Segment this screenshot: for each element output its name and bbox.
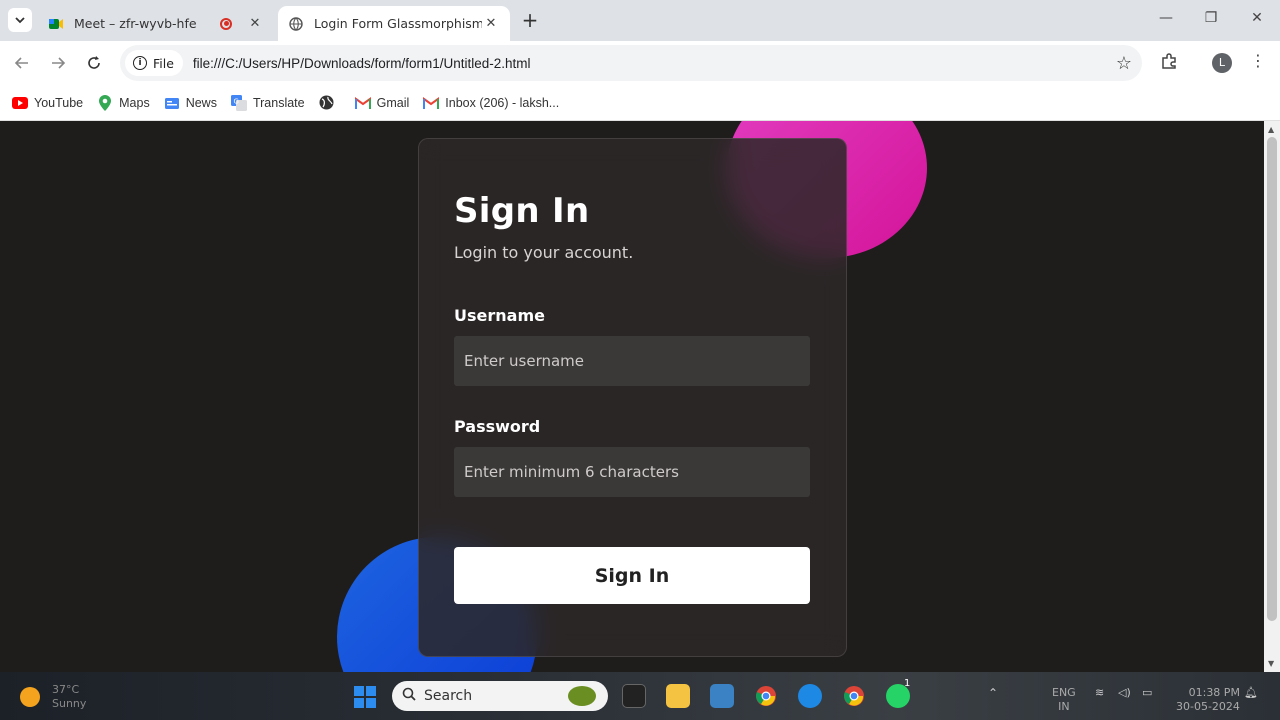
gmail-icon [354,95,371,111]
bookmark-label: Inbox (206) - laksh... [445,95,560,110]
whatsapp-badge: 1 [904,678,911,689]
tab-login-form[interactable]: Login Form Glassmorphism ✕ [278,6,510,41]
bookmark-news[interactable]: News [164,95,217,111]
battery-icon[interactable]: ▭ [1142,686,1152,700]
windows-start-icon[interactable] [354,686,376,708]
gmail-icon [423,95,440,111]
clock[interactable]: 01:38 PM 30-05-2024 [1176,686,1240,714]
minimize-button[interactable]: — [1155,10,1177,30]
username-input[interactable] [454,336,810,386]
bookmark-globe[interactable] [319,95,341,111]
sun-icon [20,687,40,707]
url-text[interactable]: file:///C:/Users/HP/Downloads/form/form1… [193,56,531,71]
tab-meet[interactable]: Meet – zfr-wyvb-hfe ✕ [38,6,274,41]
tab-title: Login Form Glassmorphism [314,16,482,31]
bookmark-inbox[interactable]: Inbox (206) - laksh... [423,95,559,111]
meet-icon [48,16,64,32]
globe-icon [288,16,304,32]
close-tab-icon[interactable]: ✕ [482,15,500,33]
lang-line2: IN [1058,700,1070,713]
restore-button[interactable]: ❐ [1200,10,1222,30]
forward-arrow-icon [52,57,66,69]
bookmark-label: Gmail [376,95,410,110]
bookmark-label: YouTube [34,95,84,110]
close-window-button[interactable]: ✕ [1246,10,1268,30]
tab-strip: Meet – zfr-wyvb-hfe ✕ Login Form Glassmo… [0,0,1280,41]
page-scrollbar[interactable]: ▲ ▼ [1264,121,1280,672]
chevron-up-icon[interactable]: ⌃ [988,686,998,700]
notification-bell-icon[interactable]: 🔔︎ [1244,686,1258,700]
bookmark-gmail[interactable]: Gmail [354,95,410,111]
tab-search-button[interactable] [8,8,32,32]
weather-widget[interactable]: 37°C Sunny [20,683,86,711]
bookmark-maps[interactable]: Maps [97,94,150,111]
page-viewport: Sign In Login to your account. Username … [0,121,1264,672]
search-icon [402,687,416,705]
bookmarks-bar: YouTube Maps News G Translate Gmail Inbo… [0,85,1280,121]
scrollbar-thumb[interactable] [1267,137,1277,621]
youtube-icon [12,95,28,111]
password-input[interactable] [454,447,810,497]
form-subtitle: Login to your account. [454,243,634,262]
chrome-profile-icon[interactable] [842,684,866,708]
info-icon: i [133,56,147,70]
bookmark-label: Translate [252,95,305,110]
volume-icon[interactable]: ◁) [1118,686,1131,700]
address-bar[interactable]: i File file:///C:/Users/HP/Downloads/for… [120,45,1142,81]
wifi-icon[interactable]: ≋ [1095,686,1104,700]
globe-icon [319,95,335,111]
extensions-icon[interactable] [1158,52,1180,74]
whatsapp-icon[interactable]: 1 [886,678,910,708]
news-icon [164,95,180,111]
lang-line1: ENG [1052,686,1076,699]
language-indicator[interactable]: ENG IN [1052,686,1076,714]
more-menu-icon[interactable]: ⋮ [1250,51,1266,73]
scroll-down-icon[interactable]: ▼ [1268,659,1274,668]
forward-button[interactable] [47,52,69,74]
tab-title: Meet – zfr-wyvb-hfe [74,16,197,31]
new-tab-button[interactable]: + [520,10,540,30]
bookmark-translate[interactable]: G Translate [230,94,305,111]
scroll-up-icon[interactable]: ▲ [1268,125,1274,134]
form-title: Sign In [454,191,590,231]
weather-desc: Sunny [52,697,87,710]
back-button[interactable] [11,52,33,74]
bookmark-star-icon[interactable]: ☆ [1116,53,1132,74]
task-view-icon[interactable] [622,684,646,708]
avocado-icon [568,686,596,706]
photos-icon[interactable] [710,684,734,708]
maps-icon [97,94,113,111]
browser-toolbar: i File file:///C:/Users/HP/Downloads/for… [0,41,1280,85]
taskbar-search-label: Search [424,688,473,704]
bookmark-label: News [185,95,217,110]
reload-icon [88,56,100,69]
chevron-down-icon [15,17,25,24]
translate-icon: G [230,94,247,111]
profile-avatar[interactable]: L [1212,53,1232,73]
bookmark-youtube[interactable]: YouTube [12,95,83,111]
site-info-chip[interactable]: i File [125,50,183,76]
password-label: Password [454,417,541,436]
file-explorer-icon[interactable] [666,684,690,708]
taskbar-search[interactable]: Search [392,681,608,711]
svg-text:G: G [233,97,238,105]
username-label: Username [454,306,545,325]
chrome-icon[interactable] [754,684,778,708]
reload-button[interactable] [83,52,105,74]
login-form-card: Sign In Login to your account. Username … [418,138,847,657]
back-arrow-icon [14,57,28,69]
close-tab-icon[interactable]: ✕ [246,15,264,33]
recording-icon [220,17,232,30]
sign-in-button[interactable]: Sign In [454,547,810,604]
bookmark-label: Maps [119,95,150,110]
edge-icon[interactable] [798,684,822,708]
chip-label: File [153,55,174,71]
windows-taskbar: 37°C Sunny Search 1 ⌃ ENG IN ≋ ◁) ▭ 01:3… [0,672,1280,720]
weather-temp: 37°C [52,683,80,696]
clock-date: 30-05-2024 [1176,700,1240,713]
clock-time: 01:38 PM [1188,686,1240,699]
